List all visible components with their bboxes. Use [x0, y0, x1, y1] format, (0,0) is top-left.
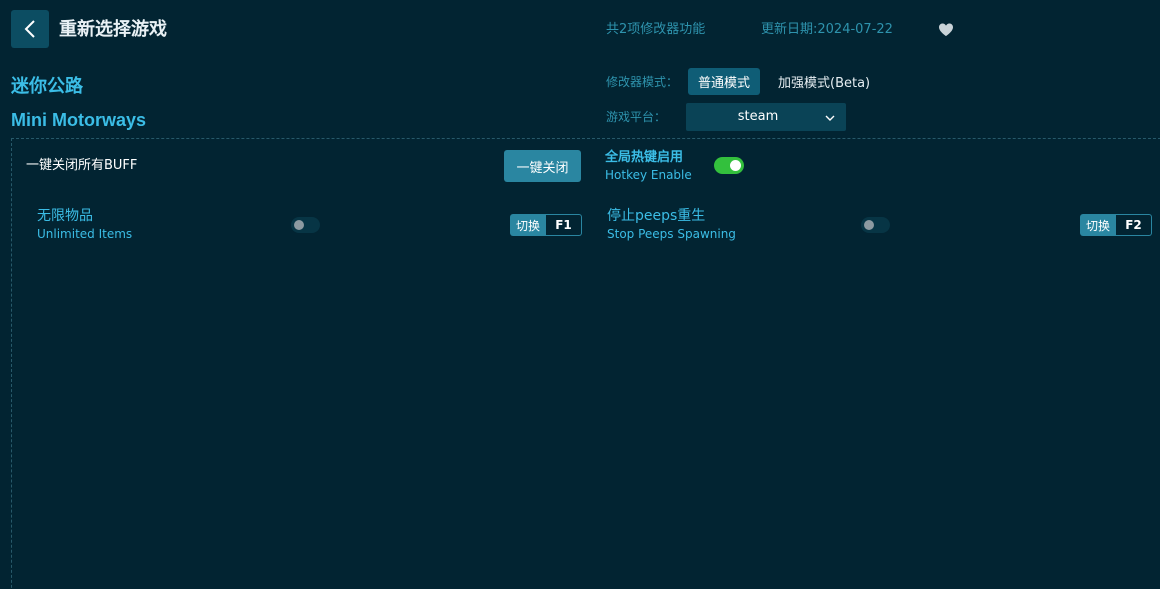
cheat-toggle-stop-peeps[interactable]	[861, 217, 890, 233]
cheat-name-cn: 无限物品	[37, 208, 93, 224]
hotkey-key[interactable]: F1	[546, 214, 582, 236]
hotkey-enable-label-cn: 全局热键启用	[605, 150, 684, 165]
toggle-knob	[294, 220, 304, 230]
hotkey-unlimited-items[interactable]: 切换 F1	[510, 214, 582, 236]
hotkey-stop-peeps[interactable]: 切换 F2	[1080, 214, 1152, 236]
platform-select[interactable]: steam	[686, 103, 846, 131]
hotkey-key[interactable]: F2	[1116, 214, 1152, 236]
cheat-name-en: Unlimited Items	[37, 227, 133, 241]
chevron-down-icon	[825, 115, 835, 121]
back-button[interactable]	[11, 10, 49, 48]
hotkey-toggle-label: 切换	[1080, 214, 1116, 236]
chevron-left-icon	[24, 20, 35, 38]
game-name-cn: 迷你公路	[11, 76, 83, 97]
toggle-knob	[864, 220, 874, 230]
mode-normal-button[interactable]: 普通模式	[688, 68, 760, 95]
game-name-en: Mini Motorways	[11, 110, 147, 130]
hotkey-enable-toggle[interactable]	[714, 157, 744, 174]
hotkey-toggle-label: 切换	[510, 214, 546, 236]
page-title: 重新选择游戏	[59, 19, 167, 40]
mode-label: 修改器模式：	[606, 75, 679, 89]
cheat-panel	[11, 138, 1160, 589]
cheat-toggle-unlimited-items[interactable]	[291, 217, 320, 233]
close-all-button[interactable]: 一键关闭	[504, 150, 581, 182]
cheat-name-en: Stop Peeps Spawning	[607, 227, 736, 241]
update-date: 更新日期:2024-07-22	[761, 22, 893, 37]
feature-count: 共2项修改器功能	[606, 22, 706, 37]
heart-icon[interactable]	[938, 22, 954, 38]
hotkey-enable-label-en: Hotkey Enable	[605, 168, 692, 182]
trainer-window: 重新选择游戏 共2项修改器功能 更新日期:2024-07-22 迷你公路 Min…	[0, 0, 1160, 589]
platform-value: steam	[737, 109, 779, 124]
toggle-knob	[730, 160, 741, 171]
mode-enhanced-button[interactable]: 加强模式(Beta)	[778, 68, 870, 95]
platform-label: 游戏平台：	[606, 110, 667, 124]
cheat-name-cn: 停止peeps重生	[607, 208, 706, 224]
close-all-buff-label: 一键关闭所有BUFF	[26, 158, 138, 173]
